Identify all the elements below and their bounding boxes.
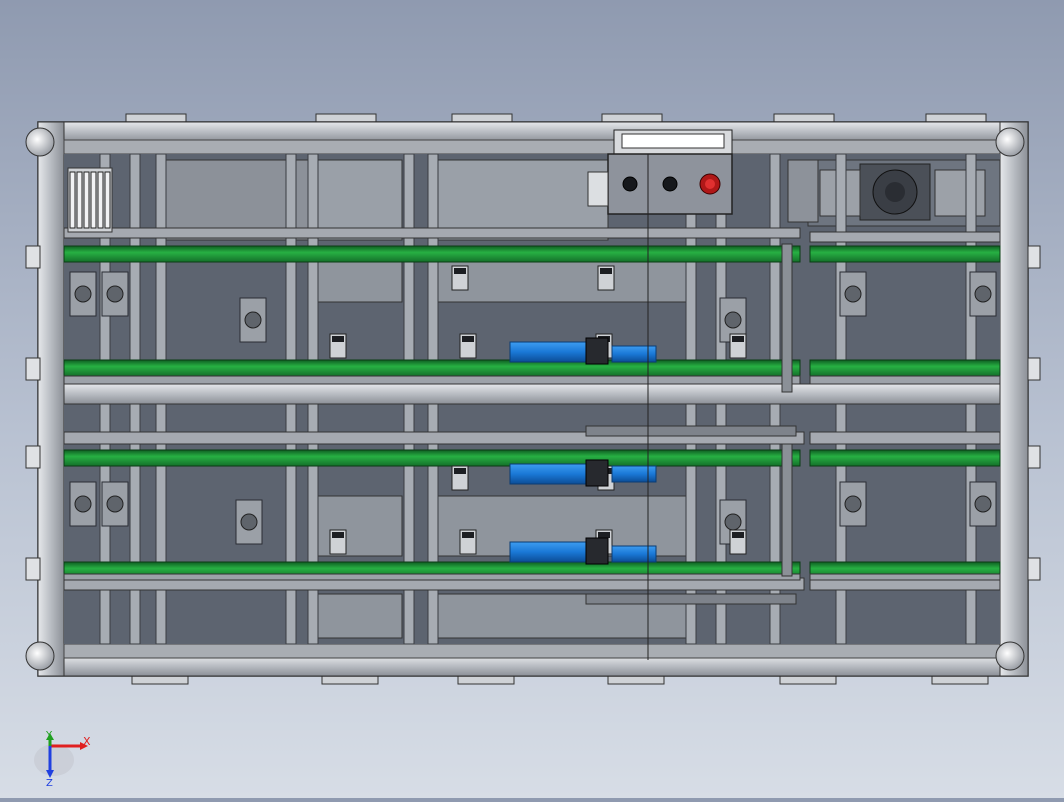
corner-cap	[995, 641, 1025, 671]
sensor-head	[454, 268, 466, 274]
bottom-mount-feet	[131, 675, 989, 685]
left-flange	[25, 245, 41, 269]
bearing-hub	[240, 513, 258, 531]
right-flange	[1027, 445, 1041, 469]
bearing-hub	[106, 495, 124, 513]
bottom-foot	[131, 675, 189, 685]
top-foot	[601, 113, 663, 123]
bearing-hub	[106, 285, 124, 303]
top-foot	[451, 113, 513, 123]
corner-cap	[995, 127, 1025, 157]
y-label: Y	[45, 730, 53, 741]
terminal	[76, 171, 83, 229]
right-flange	[1027, 557, 1041, 581]
corner-cap	[25, 127, 55, 157]
bearing-hub	[74, 495, 92, 513]
bottom-foot	[457, 675, 515, 685]
black-button-1-icon	[622, 176, 638, 192]
assembly-drawing: X Y Z	[25, 113, 1041, 789]
sensor-head	[600, 268, 612, 274]
top-mount-feet	[125, 113, 987, 123]
terminal	[83, 171, 90, 229]
sensor-head	[454, 468, 466, 474]
bottom-foot	[931, 675, 989, 685]
terminal	[97, 171, 104, 229]
top-foot	[315, 113, 377, 123]
left-flange	[25, 557, 41, 581]
conveyor-belt	[63, 245, 801, 263]
conveyor-belt	[63, 359, 801, 377]
bearing-hub	[844, 285, 862, 303]
sensor-head	[462, 532, 474, 538]
bottom-foot	[779, 675, 837, 685]
top-foot	[925, 113, 987, 123]
bearing-hub	[724, 513, 742, 531]
left-flange	[25, 445, 41, 469]
sensor-head	[462, 336, 474, 342]
conveyor-belt	[63, 449, 801, 467]
sensor-head	[732, 532, 744, 538]
conveyor-belt	[809, 359, 1001, 377]
terminal-blocks	[67, 167, 113, 233]
bottom-foot	[321, 675, 379, 685]
bearing-hub	[844, 495, 862, 513]
sensor-head	[332, 532, 344, 538]
terminal	[104, 171, 111, 229]
conveyor-belt	[809, 245, 1001, 263]
coordinate-triad: X Y Z	[34, 730, 91, 789]
terminal	[69, 171, 76, 229]
bottom-foot	[607, 675, 665, 685]
x-label: X	[83, 735, 91, 748]
black-button-2-icon	[662, 176, 678, 192]
bearing-hub	[74, 285, 92, 303]
cad-viewport[interactable]: X Y Z	[0, 0, 1064, 798]
bearing-hub	[244, 311, 262, 329]
z-label: Z	[46, 778, 53, 789]
right-flange	[1027, 357, 1041, 381]
top-foot	[773, 113, 835, 123]
sensor-head	[598, 532, 610, 538]
corner-cap	[25, 641, 55, 671]
sensor-head	[332, 336, 344, 342]
left-flange	[25, 357, 41, 381]
bearing-hub	[974, 495, 992, 513]
sensor-head	[732, 336, 744, 342]
bearing-hub	[724, 311, 742, 329]
bearing-hub	[974, 285, 992, 303]
conveyor-belt	[809, 449, 1001, 467]
top-foot	[125, 113, 187, 123]
right-flange	[1027, 245, 1041, 269]
terminal	[90, 171, 97, 229]
